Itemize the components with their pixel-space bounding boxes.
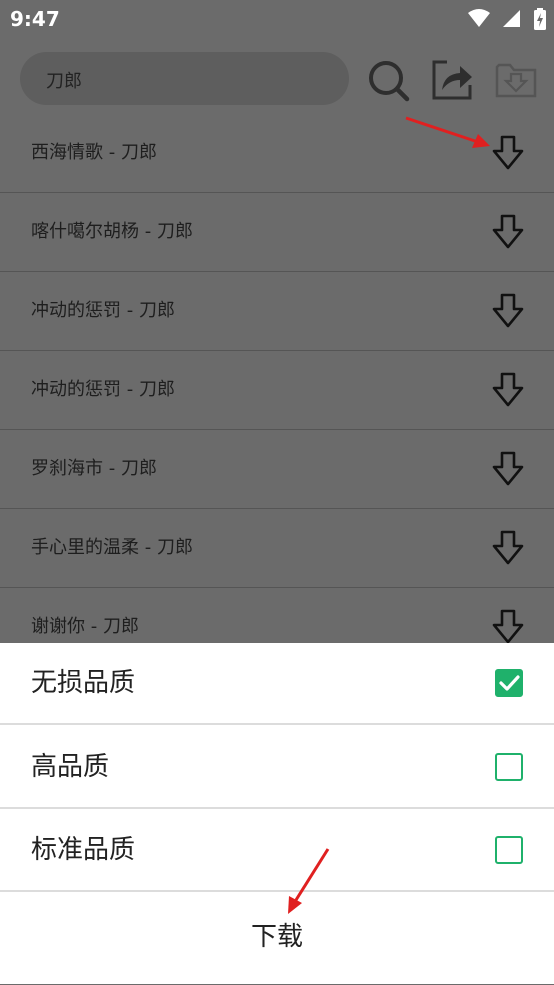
download-arrow-icon[interactable] [492,135,524,171]
song-row[interactable]: 喀什噶尔胡杨 - 刀郎 [0,193,554,272]
wifi-icon [468,9,491,27]
share-button[interactable] [430,58,474,102]
song-title: 喀什噶尔胡杨 - 刀郎 [31,221,193,242]
song-title: 罗刹海市 - 刀郎 [31,458,157,479]
toolbar [0,38,554,116]
download-arrow-icon[interactable] [492,372,524,408]
share-icon [432,60,472,100]
download-button[interactable]: 下载 [0,889,554,984]
status-time: 9:47 [10,7,60,31]
quality-option-standard[interactable]: 标准品质 [0,810,554,892]
quality-sheet: 无损品质 高品质 标准品质 下载 [0,643,554,984]
song-title: 冲动的惩罚 - 刀郎 [31,379,175,400]
search-icon [369,61,410,102]
download-arrow-icon[interactable] [492,609,524,645]
quality-option-label: 无损品质 [31,668,136,698]
song-row[interactable]: 冲动的惩罚 - 刀郎 [0,272,554,351]
status-bar: 9:47 [0,0,554,38]
song-title: 西海情歌 - 刀郎 [31,142,157,163]
battery-icon [534,8,546,30]
song-row[interactable]: 罗刹海市 - 刀郎 [0,430,554,509]
checkbox-icon[interactable] [495,669,523,697]
checkbox-icon[interactable] [495,836,523,864]
song-title: 手心里的温柔 - 刀郎 [31,537,193,558]
quality-option-lossless[interactable]: 无损品质 [0,643,554,725]
search-input[interactable] [44,52,338,107]
download-arrow-icon[interactable] [492,293,524,329]
checkbox-icon[interactable] [495,753,523,781]
song-row[interactable]: 西海情歌 - 刀郎 [0,114,554,193]
song-title: 冲动的惩罚 - 刀郎 [31,300,175,321]
song-row[interactable]: 手心里的温柔 - 刀郎 [0,509,554,588]
downloads-folder-button[interactable] [494,58,538,102]
search-button[interactable] [366,58,410,102]
download-arrow-icon[interactable] [492,530,524,566]
signal-icon [503,10,521,27]
download-folder-icon [495,63,537,98]
quality-option-label: 高品质 [31,752,110,782]
search-box[interactable] [20,52,349,107]
quality-option-high[interactable]: 高品质 [0,727,554,809]
song-row[interactable]: 冲动的惩罚 - 刀郎 [0,351,554,430]
download-arrow-icon[interactable] [492,451,524,487]
download-arrow-icon[interactable] [492,214,524,250]
status-icons [462,8,546,30]
song-list: 西海情歌 - 刀郎 喀什噶尔胡杨 - 刀郎 冲动的惩罚 - 刀郎 冲动的惩罚 -… [0,114,554,667]
quality-option-label: 标准品质 [31,835,136,865]
